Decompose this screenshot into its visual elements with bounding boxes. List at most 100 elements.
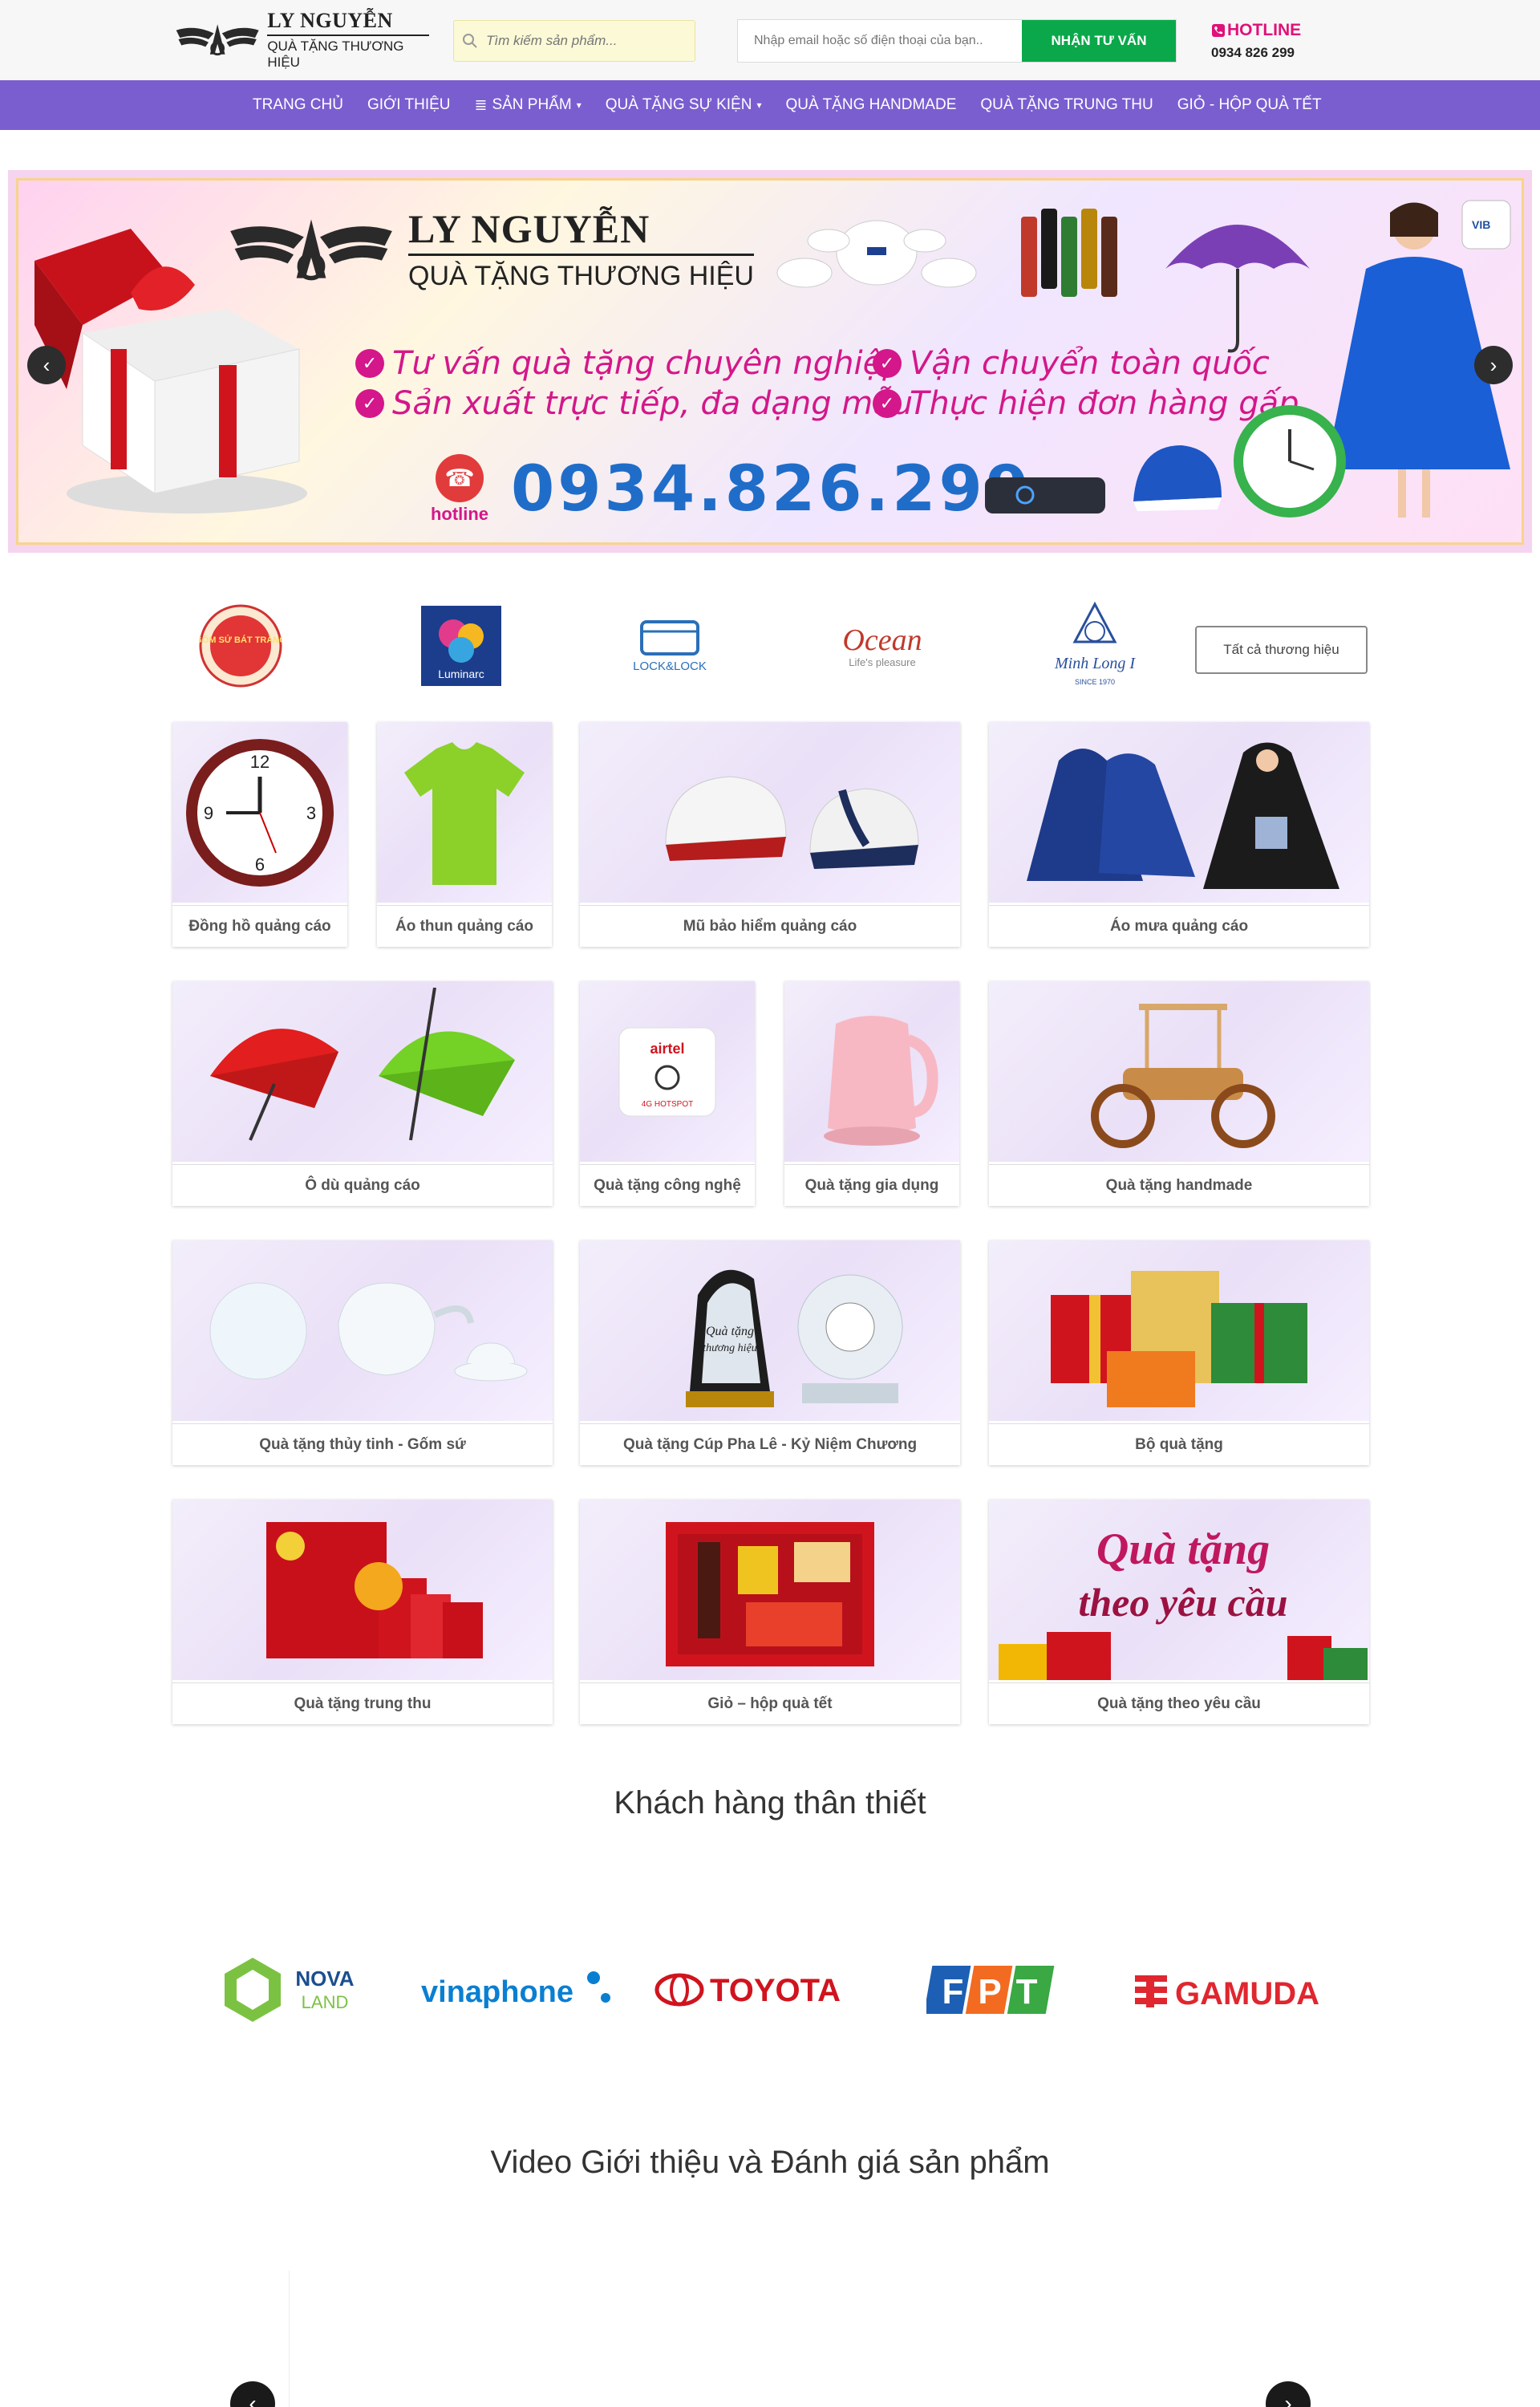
partner-vinaphone-logo[interactable]: vinaphone bbox=[413, 1942, 614, 2038]
check-icon: ✓ bbox=[355, 389, 384, 418]
brand-luminarc-logo[interactable]: Luminarc bbox=[417, 594, 505, 698]
search-icon[interactable] bbox=[454, 20, 486, 62]
svg-text:thương hiệu: thương hiệu bbox=[703, 1342, 757, 1354]
partner-fpt-logo[interactable]: FPT bbox=[922, 1942, 1067, 2038]
banner-logo: LY NGUYỄN QUÀ TẶNG THƯƠNG HIỆU bbox=[219, 205, 754, 293]
svg-text:4G HOTSPOT: 4G HOTSPOT bbox=[642, 1100, 693, 1109]
banner-phone-number: 0934.826.299 bbox=[511, 453, 1032, 526]
brand-locklock-logo[interactable]: LOCK&LOCK bbox=[622, 594, 718, 698]
video-slider bbox=[289, 2271, 1251, 2407]
consult-form: NHẬN TƯ VẤN bbox=[737, 19, 1177, 63]
category-card-tshirts[interactable]: Áo thun quảng cáo bbox=[377, 722, 552, 947]
svg-text:3: 3 bbox=[306, 803, 316, 823]
video-next-button[interactable]: › bbox=[1266, 2381, 1311, 2407]
nav-item-mid-autumn[interactable]: QUÀ TẶNG TRUNG THU bbox=[968, 96, 1165, 114]
category-card-tech-gifts[interactable]: airtel 4G HOTSPOT Quà tặng công nghệ bbox=[580, 981, 755, 1206]
nav-item-label: QUÀ TẶNG SỰ KIỆN bbox=[605, 96, 752, 113]
partner-gamuda-logo[interactable]: GAMUDA bbox=[1127, 1942, 1335, 2038]
svg-text:Luminarc: Luminarc bbox=[438, 668, 484, 680]
category-card-umbrellas[interactable]: Ô dù quảng cáo bbox=[172, 981, 553, 1206]
menu-icon: ≣ bbox=[474, 96, 488, 114]
category-thumbnail bbox=[377, 722, 552, 903]
hero-banner-slider[interactable]: LY NGUYỄN QUÀ TẶNG THƯƠNG HIỆU VIB ✓ Tư … bbox=[8, 170, 1532, 553]
category-card-crystal-trophy[interactable]: Quà tặng thương hiệu Quà tặng Cúp Pha Lê… bbox=[580, 1240, 960, 1465]
logo-wings-icon bbox=[176, 24, 259, 56]
consult-contact-input[interactable] bbox=[738, 20, 1022, 62]
category-thumbnail bbox=[580, 1500, 960, 1680]
banner-logo-subtitle: QUÀ TẶNG THƯƠNG HIỆU bbox=[408, 261, 754, 291]
category-thumbnail: Quà tặng thương hiệu bbox=[580, 1240, 960, 1421]
brand-bat-trang-logo[interactable]: GỐM SỨ BÁT TRÀNG bbox=[197, 594, 285, 698]
category-card-household[interactable]: Quà tặng gia dụng bbox=[784, 981, 959, 1206]
svg-text:GAMUDA: GAMUDA bbox=[1175, 1976, 1319, 2011]
category-thumbnail bbox=[989, 1240, 1369, 1421]
nav-item-home[interactable]: TRANG CHỦ bbox=[241, 96, 355, 114]
category-card-custom-gifts[interactable]: Quà tặng theo yêu cầu Quà tặng theo yêu … bbox=[989, 1500, 1369, 1724]
svg-text:6: 6 bbox=[255, 854, 265, 875]
banner-hotline-label: hotline bbox=[430, 504, 489, 524]
category-label: Quà tặng theo yêu cầu bbox=[989, 1682, 1369, 1724]
category-card-handmade[interactable]: Quà tặng handmade bbox=[989, 981, 1369, 1206]
svg-text:Quà tặng: Quà tặng bbox=[1096, 1524, 1270, 1574]
svg-text:GỐM SỨ BÁT TRÀNG: GỐM SỨ BÁT TRÀNG bbox=[199, 634, 282, 645]
video-prev-button[interactable]: ‹ bbox=[230, 2381, 275, 2407]
brand-ocean-logo[interactable]: Ocean Life's pleasure bbox=[826, 594, 938, 698]
svg-text:NOVA: NOVA bbox=[295, 1967, 354, 1991]
chevron-down-icon: ▾ bbox=[756, 99, 762, 111]
category-card-raincoats[interactable]: Áo mưa quảng cáo bbox=[989, 722, 1369, 947]
nav-item-event-gifts[interactable]: QUÀ TẶNG SỰ KIỆN ▾ bbox=[594, 96, 774, 114]
banner-slogan: ✓ Vận chuyển toàn quốc bbox=[873, 345, 1270, 382]
partner-toyota-logo[interactable]: TOYOTA bbox=[654, 1942, 854, 2038]
all-brands-button[interactable]: Tất cả thương hiệu bbox=[1195, 626, 1368, 674]
category-thumbnail: Quà tặng theo yêu cầu bbox=[989, 1500, 1369, 1680]
banner-slogan: ✓ Tư vấn quà tặng chuyên nghiệp bbox=[355, 345, 903, 382]
svg-text:Ocean: Ocean bbox=[842, 623, 922, 657]
category-card-gift-sets[interactable]: Bộ quà tặng bbox=[989, 1240, 1369, 1465]
check-icon: ✓ bbox=[355, 349, 384, 378]
logo-subtitle: QUÀ TẶNG THƯƠNG HIỆU bbox=[267, 38, 404, 70]
category-card-glass-ceramic[interactable]: Quà tặng thủy tinh - Gốm sứ bbox=[172, 1240, 553, 1465]
category-card-mid-autumn[interactable]: Quà tặng trung thu bbox=[172, 1500, 553, 1724]
category-card-tet-baskets[interactable]: Giỏ – hộp quà tết bbox=[580, 1500, 960, 1724]
power-bank-image bbox=[985, 477, 1105, 513]
nav-item-label: QUÀ TẶNG HANDMADE bbox=[785, 96, 957, 113]
hotline-number: 0934 826 299 bbox=[1211, 45, 1295, 60]
slider-next-button[interactable]: › bbox=[1474, 346, 1513, 384]
brand-minh-long-logo[interactable]: Minh Long I SINCE 1970 bbox=[1039, 594, 1151, 698]
customers-section-title: Khách hàng thân thiết bbox=[614, 1785, 926, 1820]
svg-text:vinaphone: vinaphone bbox=[421, 1975, 573, 2009]
category-card-clocks[interactable]: 12 3 6 9 Đồng hồ quảng cáo bbox=[172, 722, 347, 947]
category-card-helmets[interactable]: Mũ bảo hiểm quảng cáo bbox=[580, 722, 960, 947]
nav-item-products[interactable]: ≣ SẢN PHẨM ▾ bbox=[463, 96, 594, 115]
category-thumbnail bbox=[989, 981, 1369, 1162]
partner-novaland-logo[interactable]: NOVA LAND bbox=[217, 1942, 377, 2038]
nav-item-label: TRANG CHỦ bbox=[253, 96, 343, 113]
category-label: Đồng hồ quảng cáo bbox=[172, 905, 347, 947]
header-hotline[interactable]: HOTLINE 0934 826 299 bbox=[1211, 21, 1323, 61]
nav-item-about[interactable]: GIỚI THIỆU bbox=[355, 96, 463, 114]
nav-item-handmade[interactable]: QUÀ TẶNG HANDMADE bbox=[773, 96, 968, 114]
svg-text:Quà tặng: Quà tặng bbox=[706, 1325, 754, 1338]
wall-clock-image bbox=[1234, 405, 1346, 518]
category-label: Quà tặng trung thu bbox=[172, 1682, 553, 1724]
hotline-label: HOTLINE bbox=[1227, 21, 1302, 39]
logo-title: LY NGUYỄN bbox=[267, 9, 429, 36]
category-label: Ô dù quảng cáo bbox=[172, 1164, 553, 1206]
nav-item-tet-baskets[interactable]: GIỎ - HỘP QUÀ TẾT bbox=[1165, 96, 1334, 114]
category-label: Giỏ – hộp quà tết bbox=[580, 1682, 960, 1724]
headset-icon: ☎ bbox=[436, 454, 484, 502]
category-thumbnail bbox=[784, 981, 959, 1162]
logo-wings-icon bbox=[230, 219, 392, 281]
consult-submit-button[interactable]: NHẬN TƯ VẤN bbox=[1022, 20, 1176, 62]
svg-text:TOYOTA: TOYOTA bbox=[710, 1973, 841, 2008]
nav-item-label: QUÀ TẶNG TRUNG THU bbox=[980, 96, 1153, 113]
svg-text:VIB: VIB bbox=[1472, 218, 1490, 231]
tea-set-image bbox=[776, 220, 977, 288]
nav-item-label: GIỎ - HỘP QUÀ TẾT bbox=[1177, 96, 1322, 113]
search-input[interactable] bbox=[486, 33, 687, 49]
category-thumbnail bbox=[172, 1500, 553, 1680]
category-thumbnail bbox=[172, 1240, 553, 1421]
site-logo[interactable]: LY NGUYỄN QUÀ TẶNG THƯƠNG HIỆU bbox=[172, 9, 429, 70]
category-label: Áo thun quảng cáo bbox=[377, 905, 552, 947]
slider-prev-button[interactable]: ‹ bbox=[27, 346, 66, 384]
